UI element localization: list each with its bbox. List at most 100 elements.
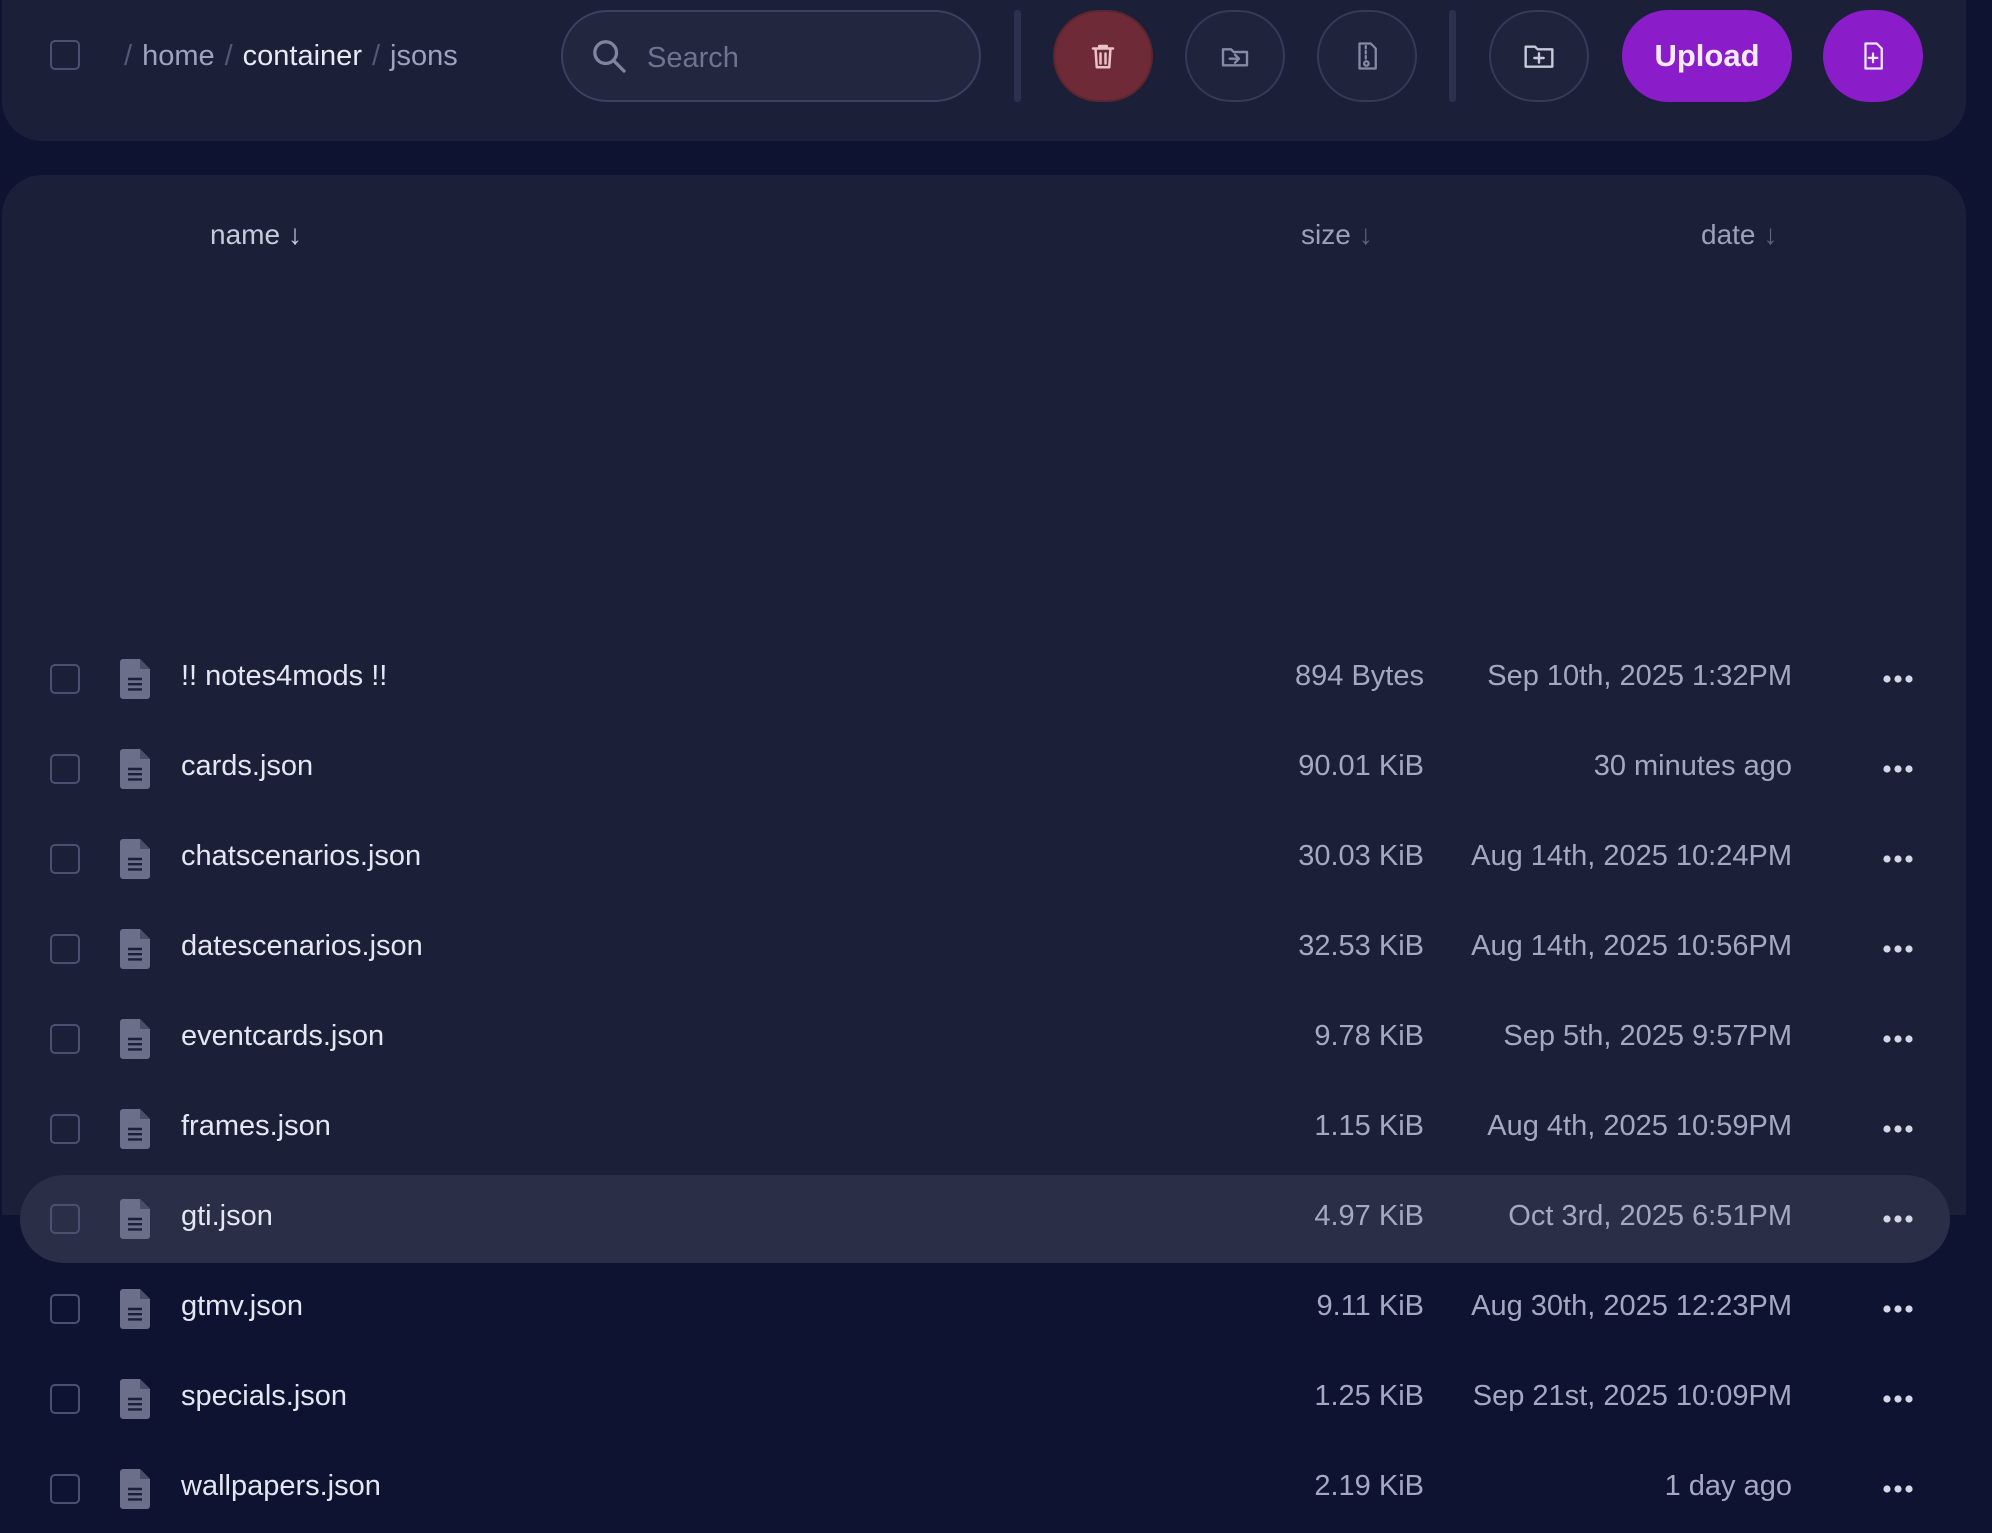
breadcrumb-home[interactable]: home — [142, 40, 215, 73]
breadcrumb-jsons[interactable]: jsons — [390, 40, 458, 73]
new-folder-button[interactable] — [1489, 10, 1589, 102]
file-date: Aug 14th, 2025 10:24PM — [1471, 840, 1792, 872]
file-date: Sep 5th, 2025 9:57PM — [1503, 1020, 1792, 1052]
file-name[interactable]: wallpapers.json — [181, 1470, 381, 1503]
move-icon — [1221, 48, 1249, 67]
row-checkbox[interactable] — [50, 1114, 80, 1144]
file-size: 32.53 KiB — [1298, 930, 1424, 962]
file-icon — [120, 929, 150, 974]
file-size: 30.03 KiB — [1298, 840, 1424, 872]
sort-arrow-icon: ↓ — [1358, 219, 1373, 250]
breadcrumb: / home / container / jsons — [114, 34, 458, 78]
more-options-icon[interactable] — [1880, 667, 1916, 691]
file-name[interactable]: datescenarios.json — [181, 930, 423, 963]
file-name[interactable]: gtmv.json — [181, 1290, 303, 1323]
search-box[interactable] — [561, 10, 981, 102]
file-plus-icon — [1864, 42, 1883, 70]
file-icon — [120, 749, 150, 794]
toolbar: / home / container / jsons Search Upload — [2, 0, 1966, 141]
column-header-size-label: size — [1301, 219, 1351, 250]
table-row[interactable]: gti.json 4.97 KiB Oct 3rd, 2025 6:51PM — [20, 1175, 1950, 1263]
file-name[interactable]: chatscenarios.json — [181, 840, 421, 873]
column-header-size[interactable]: size ↓ — [1301, 219, 1373, 251]
folder-plus-icon — [1524, 45, 1554, 68]
row-checkbox[interactable] — [50, 664, 80, 694]
row-checkbox[interactable] — [50, 934, 80, 964]
table-row[interactable]: !! notes4mods !! 894 Bytes Sep 10th, 2025 … — [20, 635, 1950, 723]
table-row[interactable]: specials.json 1.25 KiB Sep 21st, 2025 10:0… — [20, 1355, 1950, 1443]
file-size: 894 Bytes — [1295, 660, 1424, 692]
column-header-name[interactable]: name ↓ — [210, 219, 302, 251]
file-size: 4.97 KiB — [1314, 1200, 1424, 1232]
more-options-icon[interactable] — [1880, 847, 1916, 871]
file-date: 1 day ago — [1664, 1470, 1792, 1502]
select-all-checkbox[interactable] — [50, 40, 80, 70]
more-options-icon[interactable] — [1880, 1477, 1916, 1501]
file-name[interactable]: cards.json — [181, 750, 313, 783]
column-header-name-label: name — [210, 219, 281, 250]
sort-arrow-icon: ↓ — [1763, 219, 1778, 250]
sort-arrow-icon: ↓ — [288, 219, 303, 250]
breadcrumb-separator: / — [371, 39, 381, 72]
file-date: Aug 30th, 2025 12:23PM — [1471, 1290, 1792, 1322]
new-file-button[interactable] — [1823, 10, 1923, 102]
row-checkbox[interactable] — [50, 1294, 80, 1324]
file-icon — [120, 1469, 150, 1514]
breadcrumb-container[interactable]: container — [243, 40, 362, 73]
more-options-icon[interactable] — [1880, 1027, 1916, 1051]
column-header-date-label: date — [1701, 219, 1756, 250]
table-row[interactable]: chatscenarios.json 30.03 KiB Aug 14th, 202… — [20, 815, 1950, 903]
row-checkbox[interactable] — [50, 844, 80, 874]
file-date: Oct 3rd, 2025 6:51PM — [1508, 1200, 1792, 1232]
delete-button[interactable] — [1053, 10, 1153, 102]
table-row[interactable]: wallpapers.json 2.19 KiB 1 day ago — [20, 1445, 1950, 1533]
toolbar-divider — [1014, 10, 1021, 102]
file-name[interactable]: specials.json — [181, 1380, 347, 1413]
table-row[interactable]: gtmv.json 9.11 KiB Aug 30th, 2025 12:23PM — [20, 1265, 1950, 1353]
file-icon — [120, 1379, 150, 1424]
column-header-date[interactable]: date ↓ — [1701, 219, 1778, 251]
file-date: Sep 21st, 2025 10:09PM — [1472, 1380, 1792, 1412]
search-icon — [593, 40, 626, 73]
file-icon — [120, 839, 150, 884]
file-size: 9.78 KiB — [1314, 1020, 1424, 1052]
file-icon — [120, 659, 150, 704]
search-input[interactable] — [645, 34, 949, 82]
file-date: Sep 10th, 2025 1:32PM — [1487, 660, 1792, 692]
file-size: 1.25 KiB — [1314, 1380, 1424, 1412]
file-name[interactable]: frames.json — [181, 1110, 331, 1143]
trash-icon — [1091, 44, 1115, 69]
toolbar-divider — [1449, 10, 1456, 102]
more-options-icon[interactable] — [1880, 1387, 1916, 1411]
row-checkbox[interactable] — [50, 1384, 80, 1414]
table-row[interactable]: cards.json 90.01 KiB 30 minutes ago — [20, 725, 1950, 813]
move-button[interactable] — [1185, 10, 1285, 102]
file-name[interactable]: gti.json — [181, 1200, 273, 1233]
breadcrumb-separator: / — [124, 39, 133, 72]
file-size: 1.15 KiB — [1314, 1110, 1424, 1142]
table-row[interactable]: datescenarios.json 32.53 KiB Aug 14th, 202… — [20, 905, 1950, 993]
file-icon — [120, 1019, 150, 1064]
file-icon — [120, 1109, 150, 1154]
file-date: 30 minutes ago — [1593, 750, 1792, 782]
archive-icon — [1358, 42, 1377, 70]
row-checkbox[interactable] — [50, 1024, 80, 1054]
row-checkbox[interactable] — [50, 754, 80, 784]
file-date: Aug 4th, 2025 10:59PM — [1487, 1110, 1792, 1142]
upload-button[interactable]: Upload — [1622, 10, 1792, 102]
row-checkbox[interactable] — [50, 1204, 80, 1234]
more-options-icon[interactable] — [1880, 1297, 1916, 1321]
row-checkbox[interactable] — [50, 1474, 80, 1504]
more-options-icon[interactable] — [1880, 1117, 1916, 1141]
archive-button[interactable] — [1317, 10, 1417, 102]
table-row[interactable]: eventcards.json 9.78 KiB Sep 5th, 2025 9:5… — [20, 995, 1950, 1083]
file-name[interactable]: eventcards.json — [181, 1020, 384, 1053]
more-options-icon[interactable] — [1880, 1207, 1916, 1231]
file-list-panel: name ↓ size ↓ date ↓ !! notes4mods !! 894 By… — [2, 175, 1966, 1509]
more-options-icon[interactable] — [1880, 937, 1916, 961]
file-size: 9.11 KiB — [1316, 1290, 1424, 1322]
table-row[interactable]: frames.json 1.15 KiB Aug 4th, 2025 10:59PM — [20, 1085, 1950, 1173]
more-options-icon[interactable] — [1880, 757, 1916, 781]
file-name[interactable]: !! notes4mods !! — [181, 660, 387, 693]
file-icon — [120, 1289, 150, 1334]
